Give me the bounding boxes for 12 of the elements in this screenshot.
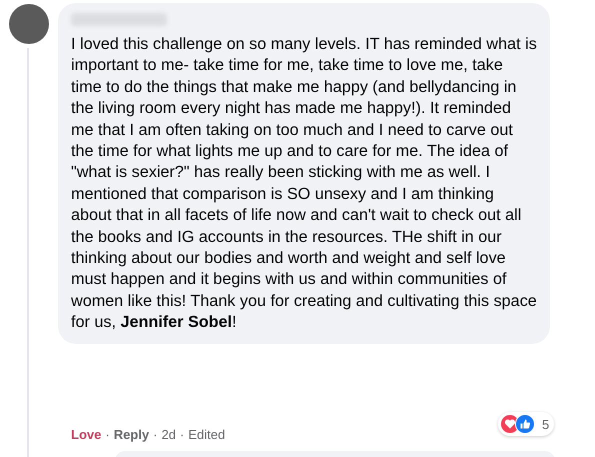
reaction-link[interactable]: Love <box>71 427 102 442</box>
separator: · <box>105 427 110 442</box>
reaction-count: 5 <box>542 416 550 432</box>
reply-link[interactable]: Reply <box>114 427 150 442</box>
thumbs-up-icon <box>515 414 535 434</box>
timestamp[interactable]: 2d <box>161 427 176 442</box>
comment-text: I loved this challenge on so many levels. IT has reminded what is important to me- take time for me, take time to love me, take time to do the things that make me happy (and bellydancing in the living room every night has made me happy!). It reminded me that I am often taking on too much and I need to carve out the time for what lights me up and to care for me. The idea of "what is sexier?" has really been sticking with me as well. I mentioned that comparison is SO unsexy and I am thinking about that in all facets of life now and can't wait to check out all the books and IG accounts in the resources. THe shift in our thinking about our bodies and worth and weight and self love must happen and it begins with us and within communities of women like this! Thank you for creating and cultivating this space for us, Jennifer Sobel! <box>71 34 537 334</box>
separator: · <box>153 427 158 442</box>
edited-label: Edited <box>188 427 226 442</box>
reaction-summary[interactable]: 5 <box>498 412 554 436</box>
avatar[interactable] <box>9 4 49 44</box>
separator: · <box>180 427 184 442</box>
